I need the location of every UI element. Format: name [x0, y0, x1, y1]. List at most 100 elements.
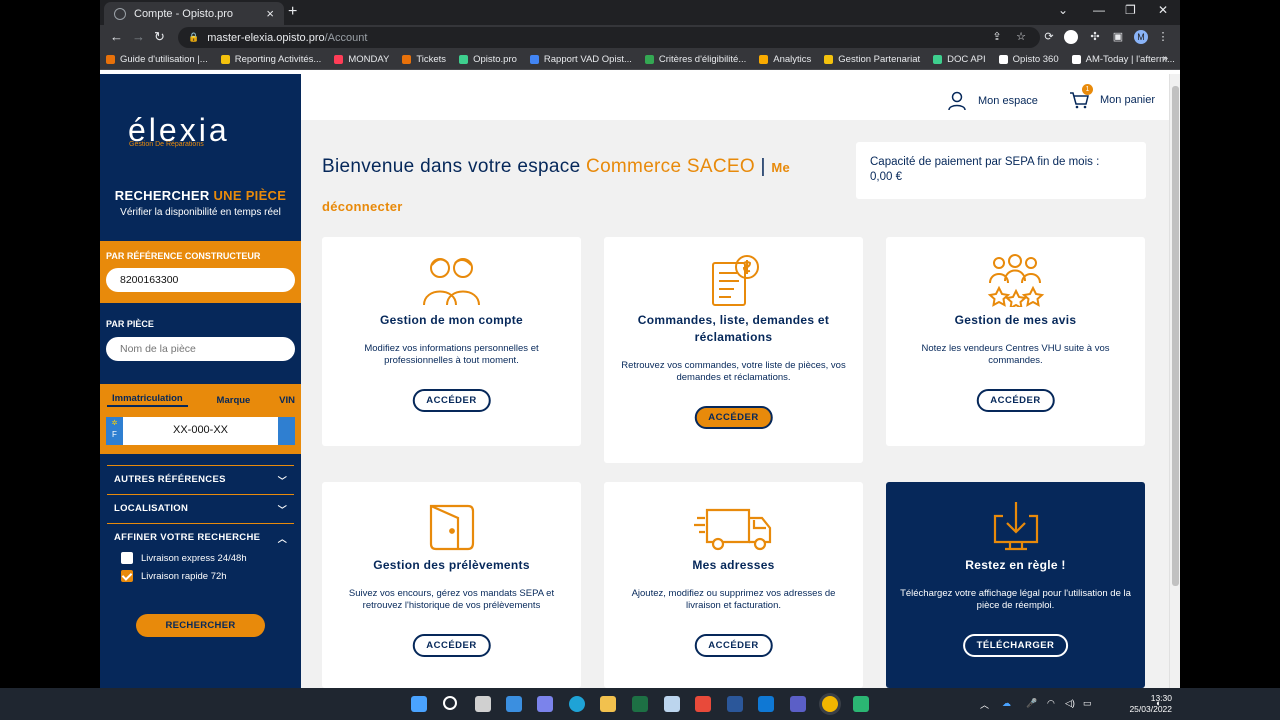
bookmark-item[interactable]: Guide d'utilisation |... — [106, 54, 208, 65]
filter-express[interactable]: Livraison express 24/48h — [121, 552, 247, 564]
tray-chevron-icon[interactable]: ︿ — [980, 698, 989, 711]
bookmark-item[interactable]: Reporting Activités... — [220, 54, 321, 65]
bookmark-item[interactable]: Critères d'éligibilité... — [644, 54, 747, 65]
close-icon[interactable]: × — [266, 6, 274, 21]
cart-link[interactable]: Mon panier — [1069, 91, 1155, 109]
bookmark-favicon-icon — [220, 55, 230, 64]
notepad-icon[interactable] — [664, 696, 680, 712]
reference-input[interactable] — [106, 268, 295, 292]
chevron-up-icon: ︿ — [277, 534, 287, 544]
clock[interactable]: 13:30 25/03/2022 — [1129, 693, 1172, 715]
puzzle-icon[interactable]: ✣ — [1088, 30, 1102, 44]
browser-tab[interactable]: Compte - Opisto.pro × — [104, 2, 284, 25]
search-subtitle: Vérifier la disponibilité en temps réel — [120, 207, 281, 218]
filter-rapide[interactable]: Livraison rapide 72h — [121, 570, 227, 582]
search-title-a: RECHERCHER — [114, 188, 210, 203]
checkbox-checked[interactable] — [121, 570, 133, 582]
checkbox[interactable] — [121, 552, 133, 564]
card-prelevements-button[interactable]: ACCÉDER — [412, 634, 491, 657]
teams-icon[interactable] — [790, 696, 806, 712]
scrollbar-thumb[interactable] — [1172, 86, 1179, 586]
share-icon[interactable]: ⇪ — [990, 30, 1004, 44]
volume-icon[interactable]: ◁) — [1065, 698, 1075, 709]
reviews-icon — [987, 254, 1045, 307]
bookmark-item[interactable]: MONDAY — [334, 54, 389, 65]
piece-input[interactable] — [106, 337, 295, 361]
bookmark-item[interactable]: DOC API — [933, 54, 986, 65]
bookmark-item[interactable]: AM-Today | l'afterm... — [1071, 54, 1175, 65]
widgets-icon[interactable] — [506, 696, 522, 712]
app-icon[interactable] — [853, 696, 869, 712]
address-bar[interactable]: 🔒 master-elexia.opisto.pro/Account — [178, 27, 1040, 48]
browser-window: Compte - Opisto.pro × + ⌄ — ❐ ✕ ← → ↻ 🔒 … — [100, 0, 1180, 688]
bookmark-item[interactable]: Rapport VAD Opist... — [529, 54, 632, 65]
bookmark-favicon-icon — [529, 55, 539, 64]
star-icon[interactable]: ☆ — [1014, 30, 1028, 44]
more-bookmarks-icon[interactable]: » — [1162, 53, 1168, 64]
menu-icon[interactable]: ⋮ — [1156, 30, 1170, 44]
outlook-icon[interactable] — [758, 696, 774, 712]
search-button[interactable]: RECHERCHER — [136, 614, 265, 637]
profile-avatar[interactable]: M — [1134, 30, 1148, 44]
edge-icon[interactable] — [569, 696, 585, 712]
reference-block: PAR RÉFÉRENCE CONSTRUCTEUR — [100, 241, 301, 303]
chrome-icon[interactable] — [822, 696, 838, 712]
card-addresses: Mes adresses Ajoutez, modifiez ou suppri… — [604, 482, 863, 688]
bookmark-item[interactable]: Tickets — [402, 54, 446, 65]
card-title: Restez en règle ! — [965, 558, 1066, 572]
snipping-icon[interactable] — [695, 696, 711, 712]
wifi-icon[interactable]: ◠ — [1047, 698, 1055, 709]
screen: Compte - Opisto.pro × + ⌄ — ❐ ✕ ← → ↻ 🔒 … — [0, 0, 1280, 720]
excel-icon[interactable] — [632, 696, 648, 712]
extension-circle-icon[interactable] — [1064, 30, 1078, 44]
bookmark-item[interactable]: Opisto 360 — [998, 54, 1059, 65]
sidepanel-icon[interactable]: ▣ — [1111, 30, 1125, 44]
bookmark-favicon-icon — [824, 55, 834, 64]
card-reviews-button[interactable]: ACCÉDER — [976, 389, 1055, 412]
sync-icon[interactable]: ⟳ — [1042, 30, 1056, 44]
reload-icon[interactable]: ↻ — [154, 29, 165, 45]
accordion-affiner[interactable]: AFFINER VOTRE RECHERCHE ︿ — [107, 523, 294, 551]
onedrive-icon[interactable]: ☁ — [1002, 698, 1011, 709]
license-plate-input[interactable]: ✲ F XX-000-XX — [106, 417, 295, 445]
card-account-button[interactable]: ACCÉDER — [412, 389, 491, 412]
card-orders-button[interactable]: ACCÉDER — [694, 406, 773, 429]
windows-start-icon[interactable] — [411, 696, 427, 712]
file-explorer-icon[interactable] — [600, 696, 616, 712]
back-icon[interactable]: ← — [110, 29, 123, 44]
word-icon[interactable] — [727, 696, 743, 712]
accordion-label: AUTRES RÉFÉRENCES — [114, 474, 226, 485]
cart-count-badge: 1 — [1082, 84, 1093, 95]
bookmark-item[interactable]: Analytics — [759, 54, 811, 65]
bookmark-label: Critères d'éligibilité... — [658, 54, 747, 65]
plate-country: F — [112, 430, 117, 439]
card-orders: Commandes, liste, demandes et réclamatio… — [604, 237, 863, 463]
bookmark-item[interactable]: Opisto.pro — [459, 54, 517, 65]
url-host: master-elexia.opisto.pro — [207, 31, 325, 44]
new-tab-icon[interactable]: + — [288, 3, 297, 21]
tab-vin[interactable]: VIN — [279, 395, 295, 406]
card-addresses-button[interactable]: ACCÉDER — [694, 634, 773, 657]
bookmark-label: Rapport VAD Opist... — [543, 54, 632, 65]
battery-icon[interactable]: ▭ — [1083, 698, 1092, 709]
microphone-icon[interactable]: 🎤 — [1026, 698, 1037, 709]
teams-chat-icon[interactable] — [537, 696, 553, 712]
forward-icon[interactable]: → — [132, 29, 145, 44]
page-scrollbar[interactable] — [1169, 74, 1180, 688]
restore-icon[interactable]: ❐ — [1125, 3, 1136, 17]
minimize-icon[interactable]: — — [1093, 3, 1105, 17]
notifications-icon[interactable]: ◐ — [1156, 698, 1161, 708]
task-view-icon[interactable] — [475, 696, 491, 712]
accordion-localisation[interactable]: LOCALISATION ﹀ — [107, 494, 294, 522]
tab-search-icon[interactable]: ⌄ — [1058, 3, 1068, 17]
logo-subtitle: Gestion De Réparations — [129, 141, 204, 148]
search-icon[interactable] — [443, 696, 457, 710]
account-link[interactable]: Mon espace — [948, 91, 1038, 111]
window-close-icon[interactable]: ✕ — [1158, 3, 1168, 17]
accordion-autres-references[interactable]: AUTRES RÉFÉRENCES ﹀ — [107, 465, 294, 493]
bookmark-item[interactable]: Gestion Partenariat — [824, 54, 920, 65]
tab-immatriculation[interactable]: Immatriculation — [107, 393, 188, 407]
bookmark-label: Analytics — [773, 54, 812, 65]
tab-marque[interactable]: Marque — [217, 395, 251, 406]
download-button[interactable]: TÉLÉCHARGER — [962, 634, 1069, 657]
